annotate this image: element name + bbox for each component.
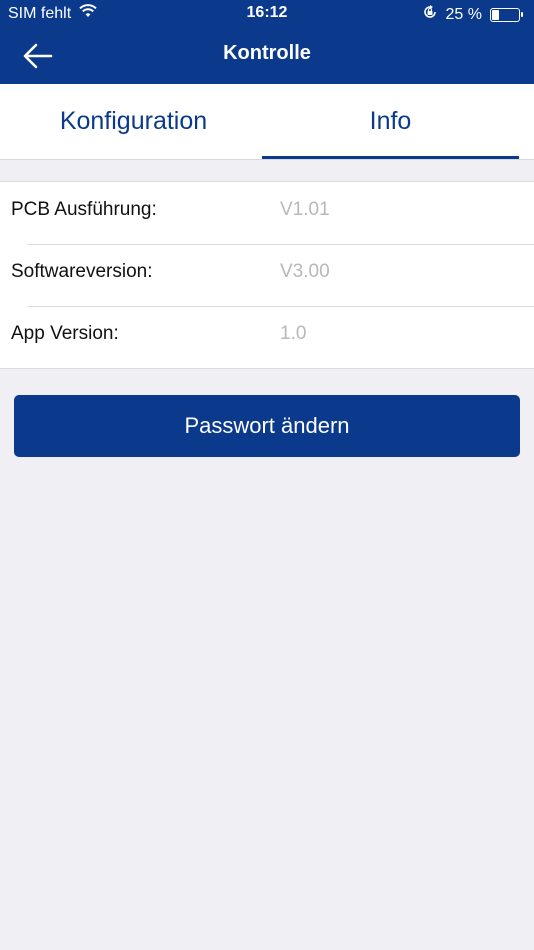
tab-info[interactable]: Info (262, 84, 519, 160)
page-title: Kontrolle (223, 42, 311, 64)
info-value: V1.01 (280, 199, 330, 220)
status-right: 25 % (422, 4, 523, 25)
status-bar: SIM fehlt 16:12 25 % (0, 0, 534, 28)
orientation-lock-icon (422, 4, 438, 25)
info-label: PCB Ausführung: (11, 199, 157, 220)
info-label: App Version: (11, 323, 119, 344)
info-row-app-version: App Version: 1.0 (0, 306, 534, 368)
change-password-button[interactable]: Passwort ändern (14, 395, 520, 457)
info-label: Softwareversion: (11, 261, 153, 282)
info-row-software: Softwareversion: V3.00 (0, 244, 534, 306)
info-row-pcb: PCB Ausführung: V1.01 (0, 182, 534, 244)
info-value: 1.0 (280, 323, 307, 344)
battery-level (492, 9, 499, 20)
app-header: SIM fehlt 16:12 25 % Kontrolle (0, 0, 534, 84)
battery-icon (490, 7, 523, 22)
tab-konfiguration[interactable]: Konfiguration (0, 84, 267, 160)
nav-bar: Kontrolle (0, 28, 534, 84)
info-value: V3.00 (280, 261, 330, 282)
tab-selected-indicator (262, 156, 519, 159)
tab-bar: Konfiguration Info (0, 84, 534, 160)
battery-percent: 25 % (445, 5, 482, 23)
info-list: PCB Ausführung: V1.01 Softwareversion: V… (0, 181, 534, 369)
